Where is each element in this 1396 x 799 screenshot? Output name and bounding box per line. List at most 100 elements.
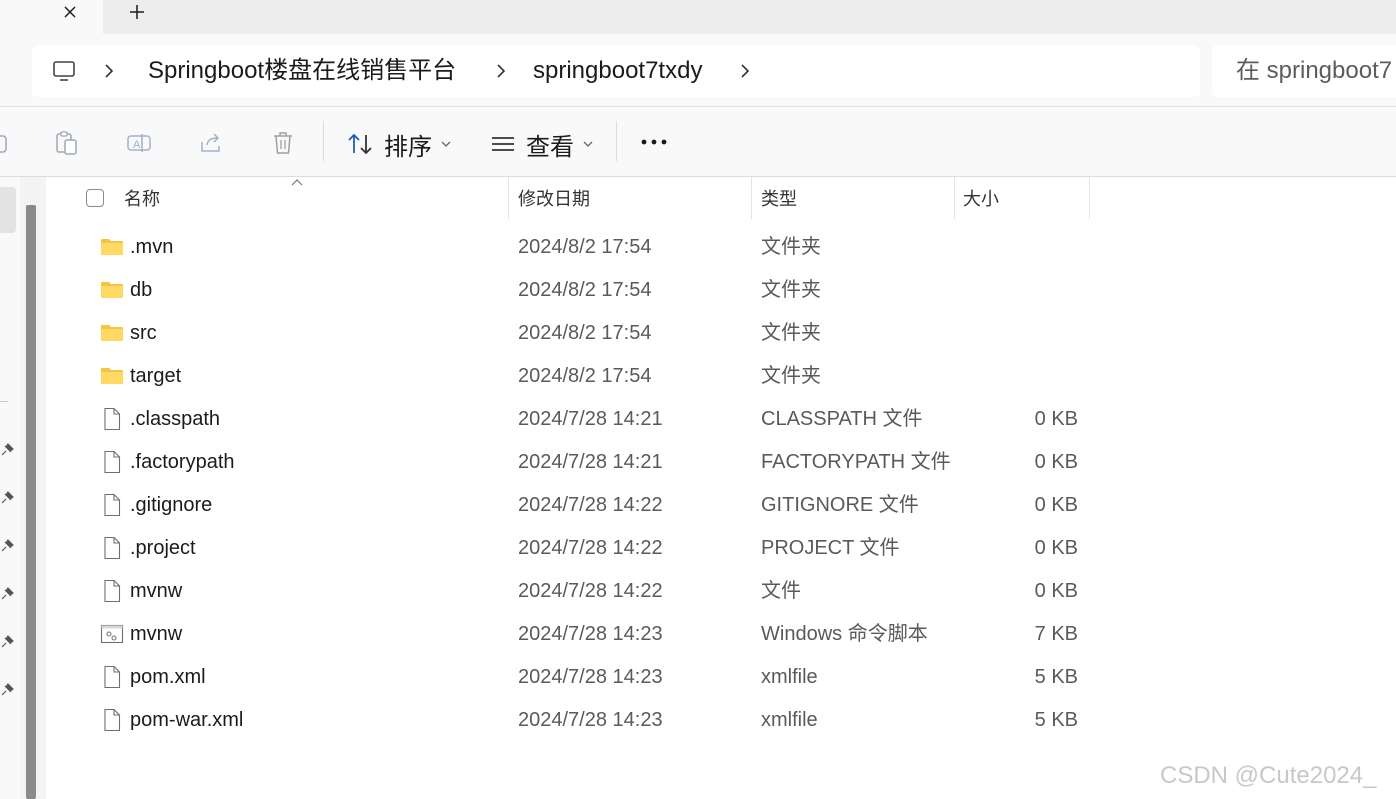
view-button[interactable]: 查看 [490, 129, 594, 161]
column-divider[interactable] [508, 177, 509, 219]
new-tab-button[interactable] [124, 0, 150, 24]
search-input[interactable]: 在 springboot7 [1212, 45, 1396, 97]
file-row[interactable]: src 2024/8/2 17:54 文件夹 [46, 312, 1396, 355]
sort-label: 排序 [384, 133, 432, 161]
folder-icon [100, 321, 124, 345]
file-size: 7 KB [1034, 623, 1078, 645]
file-size: 5 KB [1034, 666, 1078, 688]
file-name: .gitignore [130, 494, 213, 516]
close-icon [64, 6, 76, 18]
file-modified: 2024/8/2 17:54 [518, 365, 652, 387]
file-type: CLASSPATH 文件 [761, 408, 923, 430]
file-modified: 2024/8/2 17:54 [518, 236, 652, 258]
copy-icon[interactable] [0, 130, 14, 156]
more-options-icon[interactable] [640, 131, 668, 153]
file-modified: 2024/7/28 14:22 [518, 537, 663, 559]
view-label: 查看 [526, 133, 574, 161]
file-icon [100, 536, 124, 560]
file-type: FACTORYPATH 文件 [761, 451, 951, 473]
breadcrumb-item-folder[interactable]: springboot7txdy [533, 56, 702, 86]
file-row[interactable]: .factorypath 2024/7/28 14:21 FACTORYPATH 文… [46, 441, 1396, 484]
pin-icon[interactable] [0, 587, 14, 601]
file-modified: 2024/7/28 14:23 [518, 623, 663, 645]
tab-current[interactable] [0, 0, 103, 34]
file-type: xmlfile [761, 666, 818, 688]
column-header-name[interactable]: 名称 [124, 187, 160, 211]
pin-icon[interactable] [0, 635, 14, 649]
select-all-checkbox[interactable] [86, 189, 104, 207]
command-bar: A 排序 查看 [0, 107, 1396, 177]
column-header-type[interactable]: 类型 [761, 187, 797, 211]
folder-icon [100, 235, 124, 259]
file-name: .factorypath [130, 451, 235, 473]
file-icon [100, 579, 124, 603]
file-modified: 2024/7/28 14:23 [518, 666, 663, 688]
file-name: .classpath [130, 408, 221, 430]
file-type: PROJECT 文件 [761, 537, 900, 559]
rename-icon[interactable]: A [126, 130, 152, 156]
column-header-size[interactable]: 大小 [963, 187, 999, 211]
file-name: mvnw [130, 580, 183, 602]
toolbar-separator [616, 121, 617, 161]
delete-icon[interactable] [270, 130, 296, 156]
folder-icon [100, 278, 124, 302]
sort-icon [348, 133, 372, 155]
file-modified: 2024/7/28 14:21 [518, 408, 663, 430]
chevron-down-icon [583, 141, 593, 147]
file-name: db [130, 279, 153, 301]
file-name: mvnw [130, 623, 183, 645]
file-size: 0 KB [1034, 451, 1078, 473]
file-row[interactable]: pom.xml 2024/7/28 14:23 xmlfile 5 KB [46, 656, 1396, 699]
file-row[interactable]: .classpath 2024/7/28 14:21 CLASSPATH 文件 0 K… [46, 398, 1396, 441]
pin-icon[interactable] [0, 539, 14, 553]
view-list-icon [492, 137, 514, 151]
chevron-right-icon[interactable] [494, 60, 508, 82]
column-divider[interactable] [751, 177, 752, 219]
close-tab-button[interactable] [58, 0, 82, 24]
file-type: xmlfile [761, 709, 818, 731]
pin-icon[interactable] [0, 683, 14, 697]
pin-icon[interactable] [0, 443, 14, 457]
file-name: .project [130, 537, 196, 559]
column-divider[interactable] [1089, 177, 1090, 219]
file-row[interactable]: pom-war.xml 2024/7/28 14:23 xmlfile 5 KB [46, 699, 1396, 742]
file-size: 0 KB [1034, 580, 1078, 602]
file-row[interactable]: .project 2024/7/28 14:22 PROJECT 文件 0 KB [46, 527, 1396, 570]
file-icon [100, 708, 124, 732]
file-modified: 2024/8/2 17:54 [518, 322, 652, 344]
address-row: Springboot楼盘在线销售平台 springboot7txdy 在 spr… [0, 34, 1396, 107]
file-row[interactable]: mvnw 2024/7/28 14:22 文件 0 KB [46, 570, 1396, 613]
share-icon[interactable] [198, 130, 224, 156]
paste-icon[interactable] [54, 130, 80, 156]
sort-button[interactable]: 排序 [346, 129, 452, 161]
plus-icon [130, 5, 144, 19]
column-divider[interactable] [954, 177, 955, 219]
file-type: 文件夹 [761, 322, 821, 344]
nav-selected-item[interactable] [0, 187, 16, 233]
file-icon [100, 493, 124, 517]
file-row[interactable]: target 2024/8/2 17:54 文件夹 [46, 355, 1396, 398]
chevron-right-icon[interactable] [102, 60, 116, 82]
file-type: 文件夹 [761, 365, 821, 387]
sort-ascending-icon [291, 179, 303, 186]
file-type: 文件夹 [761, 236, 821, 258]
this-pc-icon[interactable] [52, 59, 76, 83]
pin-icon[interactable] [0, 491, 14, 505]
file-explorer-window: Springboot楼盘在线销售平台 springboot7txdy 在 spr… [0, 0, 1396, 799]
nav-scrollbar-thumb[interactable] [26, 205, 36, 799]
file-row[interactable]: db 2024/8/2 17:54 文件夹 [46, 269, 1396, 312]
address-bar[interactable]: Springboot楼盘在线销售平台 springboot7txdy [32, 45, 1200, 97]
file-icon [100, 407, 124, 431]
file-row[interactable]: .mvn 2024/8/2 17:54 文件夹 [46, 226, 1396, 269]
script-icon [100, 622, 124, 646]
column-header-modified[interactable]: 修改日期 [518, 187, 590, 211]
toolbar-separator [323, 121, 324, 161]
breadcrumb-item-project[interactable]: Springboot楼盘在线销售平台 [148, 56, 456, 86]
file-name: pom.xml [130, 666, 206, 688]
file-size: 0 KB [1034, 494, 1078, 516]
file-modified: 2024/7/28 14:22 [518, 494, 663, 516]
chevron-right-icon[interactable] [738, 60, 752, 82]
nav-divider [0, 401, 8, 402]
file-row[interactable]: .gitignore 2024/7/28 14:22 GITIGNORE 文件 0 K… [46, 484, 1396, 527]
file-row[interactable]: mvnw 2024/7/28 14:23 Windows 命令脚本 7 KB [46, 613, 1396, 656]
